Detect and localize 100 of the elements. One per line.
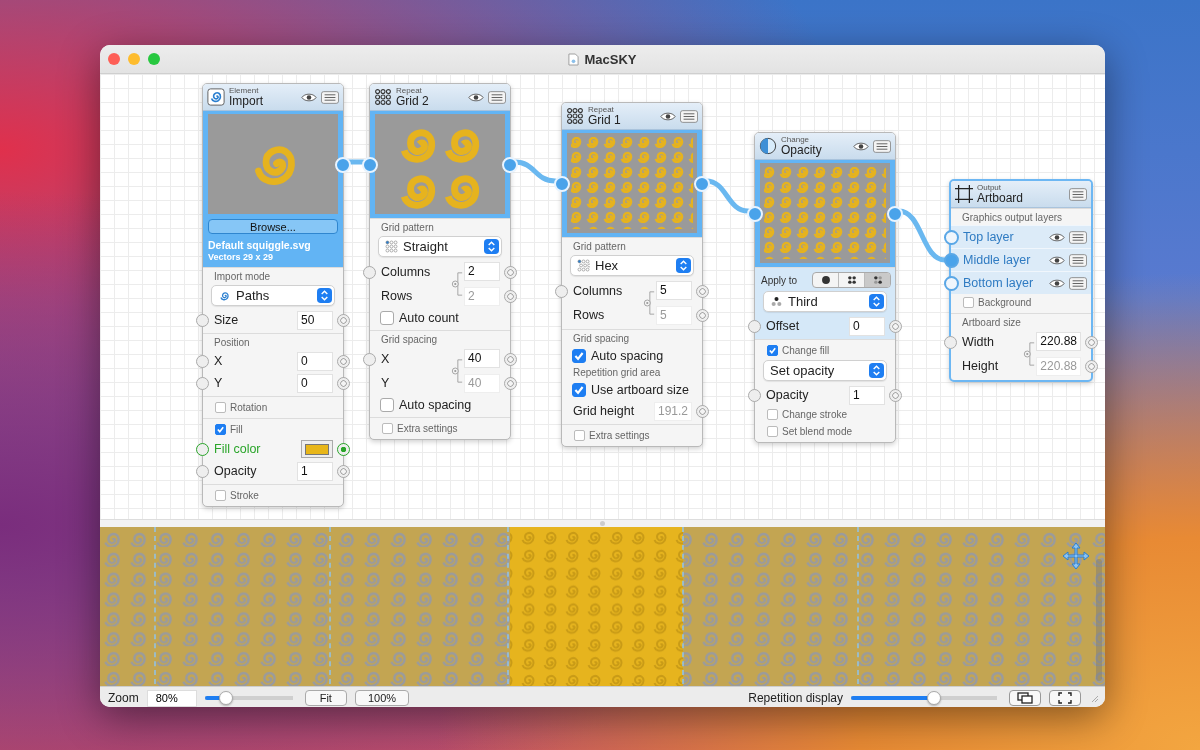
- checkbox[interactable]: [767, 426, 778, 437]
- input-port[interactable]: [196, 443, 209, 456]
- menu-icon[interactable]: [488, 90, 506, 104]
- scroll-bar[interactable]: [1096, 559, 1102, 681]
- output-port[interactable]: [696, 285, 709, 298]
- output-port[interactable]: [1085, 360, 1098, 373]
- number-field[interactable]: 220.88: [1036, 332, 1081, 351]
- zoom-field[interactable]: 80%: [146, 689, 197, 707]
- number-field[interactable]: 1: [297, 461, 333, 481]
- slider-thumb[interactable]: [926, 691, 941, 705]
- eye-icon[interactable]: [301, 92, 317, 102]
- segmented-control[interactable]: [812, 272, 891, 288]
- number-field[interactable]: 40: [464, 349, 500, 368]
- checkbox[interactable]: [767, 345, 778, 356]
- number-field[interactable]: 0: [297, 351, 333, 371]
- fullscreen-button[interactable]: [1049, 690, 1081, 706]
- section-heading: Grid pattern: [572, 240, 627, 254]
- popup-menu[interactable]: Third: [763, 291, 887, 312]
- output-port[interactable]: [504, 266, 517, 279]
- popup-menu[interactable]: Set opacity: [763, 360, 887, 381]
- input-port[interactable]: [363, 266, 376, 279]
- eye-icon[interactable]: [660, 111, 676, 121]
- input-port[interactable]: [196, 465, 209, 478]
- zoom-preset-button[interactable]: Fit: [304, 690, 347, 706]
- output-port[interactable]: [337, 377, 350, 390]
- checkbox[interactable]: [574, 430, 585, 441]
- eye-icon[interactable]: [468, 92, 484, 102]
- menu-icon[interactable]: [1069, 253, 1087, 267]
- number-field[interactable]: 1: [849, 385, 885, 405]
- menu-icon[interactable]: [680, 109, 698, 123]
- output-port[interactable]: [889, 389, 902, 402]
- field-label: Columns: [573, 283, 624, 300]
- checkbox[interactable]: [572, 383, 586, 397]
- input-port[interactable]: [196, 314, 209, 327]
- resize-grip-icon[interactable]: [1089, 693, 1099, 703]
- menu-icon[interactable]: [1069, 230, 1087, 244]
- field-label: Rows: [573, 307, 606, 324]
- checkbox[interactable]: [572, 349, 586, 363]
- close-button[interactable]: [108, 53, 120, 65]
- output-port[interactable]: [504, 353, 517, 366]
- checkbox[interactable]: [215, 402, 226, 413]
- input-port[interactable]: [944, 276, 959, 291]
- checkbox[interactable]: [380, 311, 394, 325]
- checkbox[interactable]: [963, 297, 974, 308]
- output-port[interactable]: [1085, 336, 1098, 349]
- split-handle-icon[interactable]: [600, 521, 605, 526]
- number-field[interactable]: 0: [849, 316, 885, 336]
- number-field[interactable]: 2: [464, 262, 500, 281]
- popup-menu[interactable]: Paths: [211, 285, 335, 306]
- segment-tab[interactable]: [864, 273, 890, 287]
- input-port[interactable]: [944, 253, 959, 268]
- checkbox[interactable]: [380, 398, 394, 412]
- number-field[interactable]: 50: [297, 310, 333, 330]
- zoom-preset-button[interactable]: 100%: [354, 690, 410, 706]
- browse-button[interactable]: Browse...: [208, 219, 338, 234]
- node-panel[interactable]: Change Opacity Apply to Third Offset 0 Change fill Set opacity Opacity 1 Change stroke Set blend mode: [747, 132, 903, 443]
- output-port[interactable]: [889, 320, 902, 333]
- checkbox[interactable]: [215, 490, 226, 501]
- eye-icon[interactable]: [1049, 255, 1065, 265]
- eye-icon[interactable]: [853, 141, 869, 151]
- input-port[interactable]: [196, 377, 209, 390]
- color-well[interactable]: [301, 440, 333, 458]
- input-port[interactable]: [748, 389, 761, 402]
- output-port[interactable]: [337, 314, 350, 327]
- input-port[interactable]: [944, 230, 959, 245]
- number-field[interactable]: 5: [656, 281, 692, 300]
- section-heading: Import mode: [213, 270, 272, 284]
- document-icon: [568, 52, 580, 66]
- output-port[interactable]: [504, 377, 517, 390]
- move-icon[interactable]: [1061, 541, 1091, 571]
- input-port[interactable]: [196, 355, 209, 368]
- popup-menu[interactable]: Hex: [570, 255, 694, 276]
- zoom-button[interactable]: [148, 53, 160, 65]
- input-port[interactable]: [748, 320, 761, 333]
- output-port[interactable]: [337, 443, 350, 456]
- node-panel[interactable]: Output Artboard Graphics output layers Top layer Middle layer Bottom layer Background Artboard size Width Height 220.88 220.88: [943, 180, 1099, 381]
- popup-menu[interactable]: Straight: [378, 236, 502, 257]
- checkbox[interactable]: [767, 409, 778, 420]
- input-port[interactable]: [363, 353, 376, 366]
- output-port[interactable]: [337, 355, 350, 368]
- menu-icon[interactable]: [873, 139, 891, 153]
- input-port[interactable]: [944, 336, 957, 349]
- checkbox[interactable]: [215, 424, 226, 435]
- eye-icon[interactable]: [1049, 232, 1065, 242]
- input-port[interactable]: [555, 285, 568, 298]
- eye-icon[interactable]: [1049, 278, 1065, 288]
- minimize-button[interactable]: [128, 53, 140, 65]
- node-panel[interactable]: Element Import Browse... Default squiggle.svg Vectors 29 x 29 Import mode Paths Size 50 Position X 0 Y 0 Rotation Fill Fill color Opacity 1 Stroke: [195, 83, 351, 507]
- checkbox[interactable]: [382, 423, 393, 434]
- output-port[interactable]: [504, 290, 517, 303]
- slider-thumb[interactable]: [218, 691, 233, 705]
- node-panel[interactable]: Repeat Grid 2 Grid pattern Straight Columns Rows 2 2 Auto count Grid spacing X Y 40 40 Auto spacing Extra settings: [362, 83, 518, 440]
- number-field[interactable]: 0: [297, 373, 333, 393]
- menu-icon[interactable]: [321, 90, 339, 104]
- output-port[interactable]: [696, 309, 709, 322]
- menu-icon[interactable]: [1069, 276, 1087, 290]
- file-info: Vectors 29 x 29: [207, 251, 275, 263]
- windows-button[interactable]: [1009, 690, 1041, 706]
- menu-icon[interactable]: [1069, 187, 1087, 201]
- output-port[interactable]: [337, 465, 350, 478]
